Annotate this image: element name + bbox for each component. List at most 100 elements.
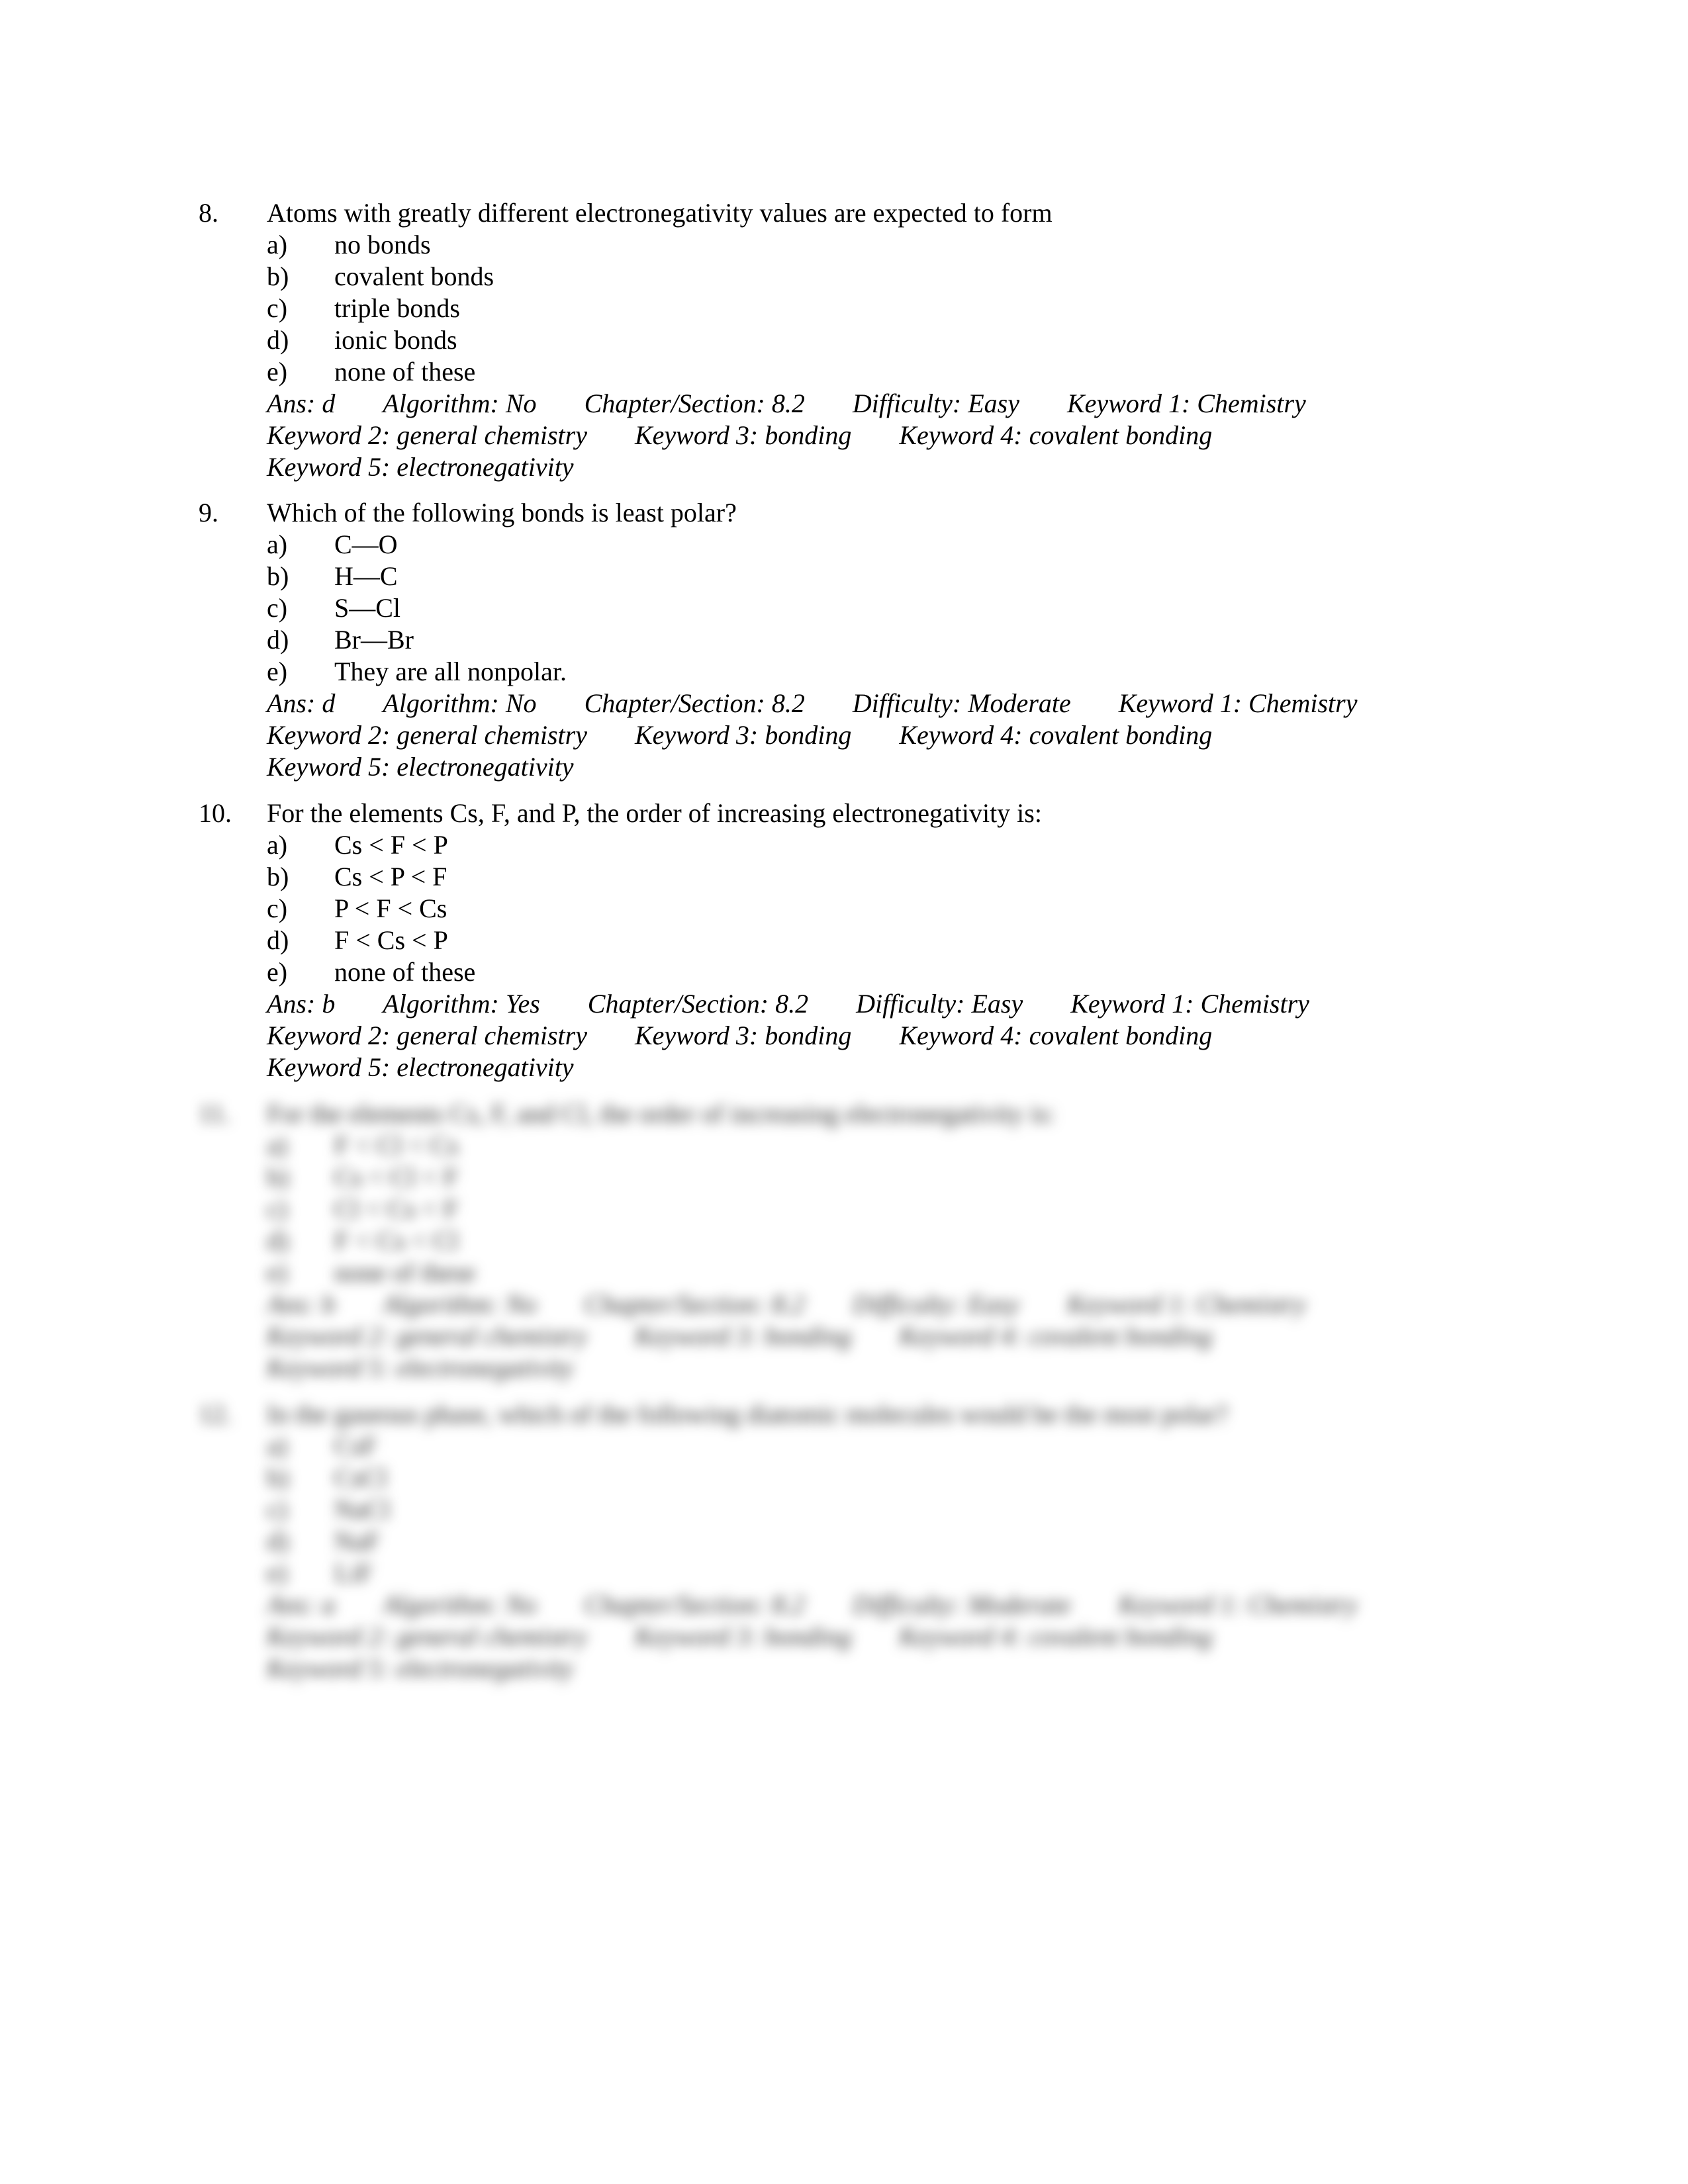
metadata-field: Keyword 3: bonding [634, 720, 852, 750]
option-text: S—Cl [334, 593, 401, 623]
metadata-field: Algorithm: No [383, 1289, 537, 1319]
metadata-field: Keyword 4: covalent bonding [899, 1621, 1213, 1651]
metadata-field: Keyword 5: electronegativity [267, 1653, 574, 1683]
metadata-field: Keyword 2: general chemistry [267, 1321, 587, 1351]
option-text: F < Cl < Cs [334, 1130, 459, 1160]
option-text: Cs < F < P [334, 830, 448, 860]
answer-option: c) NaCl [267, 1494, 1523, 1525]
answer-metadata-line: Keyword 5: electronegativity [267, 1653, 1523, 1684]
option-letter: c) [267, 1194, 288, 1224]
question-stem: 9. Which of the following bonds is least … [199, 497, 1523, 529]
question-stem: 10. For the elements Cs, F, and P, the or… [199, 797, 1523, 829]
metadata-field: Keyword 2: general chemistry [267, 720, 587, 750]
question-text: Which of the following bonds is least po… [267, 498, 737, 527]
option-text: NaCl [334, 1494, 391, 1524]
answer-metadata-line: Keyword 2: general chemistry Keyword 3: b… [267, 420, 1523, 451]
metadata-field: Keyword 2: general chemistry [267, 1021, 587, 1050]
answer-option: e) LiF [267, 1557, 1523, 1589]
option-letter: c) [267, 293, 288, 323]
option-letter: d) [267, 1526, 289, 1556]
metadata-field: Keyword 1: Chemistry [1070, 989, 1309, 1019]
metadata-field: Algorithm: No [383, 688, 537, 718]
answer-option: b) CsCl [267, 1462, 1523, 1494]
option-letter: c) [267, 893, 288, 923]
answer-option: c) triple bonds [267, 293, 1523, 324]
metadata-field: Keyword 4: covalent bonding [899, 420, 1213, 450]
option-letter: a) [267, 230, 288, 259]
metadata-field: Keyword 5: electronegativity [267, 1353, 574, 1383]
metadata-field: Keyword 1: Chemistry [1118, 688, 1358, 718]
answer-metadata-line: Keyword 2: general chemistry Keyword 3: b… [267, 1020, 1523, 1052]
option-letter: e) [267, 957, 288, 987]
metadata-field: Chapter/Section: 8.2 [584, 388, 805, 418]
answer-metadata-line: Keyword 2: general chemistry Keyword 3: b… [267, 719, 1523, 751]
metadata-field: Ans: a [267, 1590, 336, 1619]
answer-option: d) F < Cs < P [267, 925, 1523, 956]
answer-option: c) P < F < Cs [267, 893, 1523, 925]
question-text: For the elements Cs, F, and P, the order… [267, 798, 1042, 828]
answer-option: a) no bonds [267, 229, 1523, 261]
metadata-field: Chapter/Section: 8.2 [587, 989, 809, 1019]
answer-metadata-line: Keyword 5: electronegativity [267, 1052, 1523, 1083]
option-text: C—O [334, 529, 398, 559]
option-letter: c) [267, 593, 288, 623]
answer-option: e) none of these [267, 356, 1523, 388]
metadata-field: Ans: b [267, 989, 336, 1019]
answer-option: d) F < Cs < Cl [267, 1225, 1523, 1257]
option-text: F < Cs < P [334, 925, 448, 955]
option-text: LiF [334, 1558, 373, 1588]
answer-option: e) none of these [267, 956, 1523, 988]
metadata-field: Keyword 2: general chemistry [267, 1621, 587, 1651]
metadata-field: Keyword 4: covalent bonding [899, 1321, 1213, 1351]
option-letter: e) [267, 357, 288, 387]
answer-metadata-line: Ans: b Algorithm: Yes Chapter/Section: 8.2… [267, 988, 1523, 1020]
metadata-field: Ans: b [267, 1289, 336, 1319]
answer-option: a) C—O [267, 529, 1523, 561]
answer-option: b) H—C [267, 561, 1523, 592]
option-letter: b) [267, 1463, 289, 1492]
option-text: no bonds [334, 230, 431, 259]
metadata-field: Chapter/Section: 8.2 [584, 1590, 805, 1619]
answer-metadata-line: Keyword 2: general chemistry Keyword 3: b… [267, 1621, 1523, 1653]
option-letter: a) [267, 830, 288, 860]
option-letter: b) [267, 1162, 289, 1192]
option-text: CsF [334, 1431, 377, 1461]
answer-option: d) Br—Br [267, 624, 1523, 656]
option-letter: d) [267, 925, 289, 955]
option-text: Cs < P < F [334, 862, 447, 891]
option-letter: c) [267, 1494, 288, 1524]
metadata-field: Algorithm: Yes [383, 989, 540, 1019]
option-text: NaF [334, 1526, 380, 1556]
answer-metadata-line: Ans: d Algorithm: No Chapter/Section: 8.2 D… [267, 388, 1523, 420]
answer-metadata-line: Keyword 5: electronegativity [267, 751, 1523, 783]
metadata-field: Chapter/Section: 8.2 [584, 1289, 805, 1319]
option-text: They are all nonpolar. [334, 657, 567, 686]
option-text: Br—Br [334, 625, 414, 655]
answer-option: d) NaF [267, 1525, 1523, 1557]
metadata-field: Keyword 3: bonding [634, 420, 852, 450]
question-12-blurred: 12. In the gaseous phase, which of the fo… [199, 1398, 1523, 1684]
metadata-field: Chapter/Section: 8.2 [584, 688, 805, 718]
question-number: 12. [199, 1399, 232, 1429]
option-letter: a) [267, 1130, 288, 1160]
option-text: none of these [334, 357, 476, 387]
answer-metadata-line: Ans: a Algorithm: No Chapter/Section: 8.2 D… [267, 1589, 1523, 1621]
option-text: none of these [334, 957, 476, 987]
metadata-field: Keyword 1: Chemistry [1118, 1590, 1358, 1619]
metadata-field: Algorithm: No [383, 388, 537, 418]
metadata-field: Keyword 3: bonding [634, 1021, 852, 1050]
question-11-blurred: 11. For the elements Cs, F, and Cl, the o… [199, 1098, 1523, 1384]
question-9: 9. Which of the following bonds is least … [199, 497, 1523, 783]
option-text: P < F < Cs [334, 893, 447, 923]
metadata-field: Ans: d [267, 388, 336, 418]
answer-option: c) Cl < Cs < F [267, 1193, 1523, 1225]
metadata-field: Difficulty: Moderate [852, 688, 1071, 718]
option-letter: e) [267, 657, 288, 686]
metadata-field: Difficulty: Easy [852, 388, 1019, 418]
option-text: ionic bonds [334, 325, 457, 355]
option-letter: b) [267, 561, 289, 591]
option-text: H—C [334, 561, 398, 591]
question-text: Atoms with greatly different electronega… [267, 198, 1053, 228]
metadata-field: Keyword 3: bonding [634, 1321, 852, 1351]
question-number: 10. [199, 798, 232, 828]
